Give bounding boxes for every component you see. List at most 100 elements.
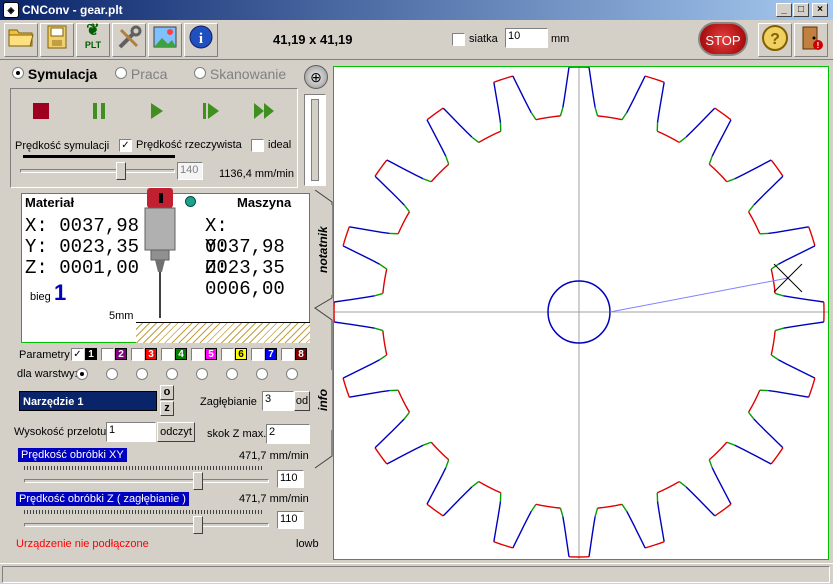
xy-speed-thumb[interactable] <box>193 472 203 490</box>
lift-height-label: Wysokość przelotu <box>14 426 107 438</box>
gear-drawing <box>333 66 828 559</box>
plt-icon[interactable]: ❦ PLT <box>76 23 110 57</box>
lift-height-input[interactable]: 1 <box>106 422 156 442</box>
gear-segment <box>426 503 444 517</box>
maximize-button[interactable]: □ <box>793 3 809 17</box>
tab-info[interactable]: info <box>316 370 332 430</box>
read-button[interactable]: odczyt <box>157 422 195 442</box>
layer-6-checkbox[interactable] <box>221 348 234 361</box>
gear-segment <box>342 245 380 265</box>
layer-8-checkbox[interactable] <box>281 348 294 361</box>
ideal-checkbox[interactable] <box>251 139 264 152</box>
z-gauge <box>304 94 326 186</box>
gear-segment <box>374 418 405 449</box>
layers-label: Parametry <box>19 349 70 361</box>
layer-radio-3[interactable] <box>136 368 148 380</box>
image-icon[interactable] <box>148 23 182 57</box>
tab-notes[interactable]: notatnik <box>316 205 332 295</box>
gear-segment <box>374 292 384 297</box>
layer-5-color[interactable]: 5 <box>205 348 217 360</box>
gear-segment <box>342 359 380 379</box>
sim-speed-input[interactable]: 140 <box>177 162 203 180</box>
layer-6-color[interactable]: 6 <box>235 348 247 360</box>
drawing-canvas[interactable] <box>333 66 829 560</box>
gear-segment <box>644 75 665 83</box>
layer-radio-2[interactable] <box>106 368 118 380</box>
zoom-icon[interactable]: ⊕ <box>304 65 328 89</box>
svg-text:!: ! <box>817 41 820 50</box>
xy-speed-ticks <box>24 466 264 470</box>
layer-3-color[interactable]: 3 <box>145 348 157 360</box>
leaf-icon: ❦ <box>86 22 100 39</box>
gear-segment <box>559 507 564 517</box>
layer-radio-8[interactable] <box>286 368 298 380</box>
gear-segment <box>493 82 502 123</box>
layer-7-checkbox[interactable] <box>251 348 264 361</box>
save-icon[interactable] <box>40 23 74 57</box>
sim-speed-mm: 1136,4 mm/min <box>219 168 294 180</box>
layer-3-checkbox[interactable] <box>131 348 144 361</box>
mode-simulation-radio[interactable] <box>12 67 24 79</box>
sim-speed-thumb[interactable] <box>116 162 126 180</box>
gear-segment <box>442 486 473 517</box>
z-speed-slider[interactable] <box>24 516 269 534</box>
mode-work-radio[interactable] <box>115 67 127 79</box>
layer-radio-4[interactable] <box>166 368 178 380</box>
layer-7-color[interactable]: 7 <box>265 348 277 360</box>
pause-sim-icon[interactable] <box>92 103 106 122</box>
tool-o-button[interactable]: o <box>160 385 174 400</box>
xy-speed-slider[interactable] <box>24 472 269 490</box>
gear-segment <box>770 354 779 361</box>
layer-5-checkbox[interactable] <box>191 348 204 361</box>
gear-segment <box>778 245 816 265</box>
z-step-input[interactable]: 2 <box>266 424 310 444</box>
layer-1-checkbox[interactable]: ✓ <box>71 348 84 361</box>
window-title: CNConv - gear.plt <box>22 3 123 17</box>
open-folder-icon[interactable] <box>4 23 38 57</box>
tool-z-button[interactable]: z <box>160 401 174 416</box>
layer-radio-5[interactable] <box>196 368 208 380</box>
mode-scan[interactable]: Skanowanie <box>194 66 286 82</box>
fast-forward-sim-icon[interactable] <box>254 103 276 122</box>
layer-4-checkbox[interactable] <box>161 348 174 361</box>
real-speed-checkbox[interactable]: ✓ <box>119 139 132 152</box>
layer-2-checkbox[interactable] <box>101 348 114 361</box>
close-button[interactable]: × <box>812 3 828 17</box>
play-sim-icon[interactable] <box>150 103 164 122</box>
gear-segment <box>588 67 596 108</box>
gear-segment <box>342 226 350 247</box>
gear-segment <box>422 441 432 446</box>
tools-icon[interactable] <box>112 23 146 57</box>
mode-work[interactable]: Praca <box>115 66 167 82</box>
mode-simulation[interactable]: Symulacja <box>12 66 97 82</box>
exit-door-icon[interactable]: ! <box>794 23 828 57</box>
xy-speed-input[interactable]: 110 <box>277 470 304 488</box>
gear-segment <box>753 175 784 206</box>
mode-scan-radio[interactable] <box>194 67 206 79</box>
minimize-button[interactable]: _ <box>776 3 792 17</box>
stop-button[interactable]: STOP <box>698 22 748 56</box>
layer-8-color[interactable]: 8 <box>295 348 307 360</box>
grid-size-input[interactable]: 10 <box>505 28 548 48</box>
layer-2-color[interactable]: 2 <box>115 348 127 360</box>
grid-checkbox[interactable] <box>452 33 465 46</box>
layer-1-color[interactable]: 1 <box>85 348 97 360</box>
svg-text:i: i <box>199 31 203 47</box>
gear-segment <box>594 107 599 117</box>
step-sim-icon[interactable] <box>202 103 220 122</box>
layer-radio-6[interactable] <box>226 368 238 380</box>
z-speed-thumb[interactable] <box>193 516 203 534</box>
z-step-label: skok Z max. <box>207 428 267 440</box>
layer-radio-1[interactable] <box>76 368 88 380</box>
gear-segment <box>535 503 561 509</box>
z-speed-input[interactable]: 110 <box>277 511 304 529</box>
stop-sim-icon[interactable] <box>33 103 49 119</box>
depth-od-button[interactable]: od <box>294 391 310 411</box>
depth-input[interactable]: 3 <box>262 391 294 411</box>
layer-radio-7[interactable] <box>256 368 268 380</box>
tool-select[interactable]: Narzędzie 1 <box>19 391 157 411</box>
layer-4-color[interactable]: 4 <box>175 348 187 360</box>
info-icon[interactable]: i <box>184 23 218 57</box>
sim-speed-slider[interactable] <box>20 162 175 180</box>
help-icon[interactable]: ? <box>758 23 792 57</box>
